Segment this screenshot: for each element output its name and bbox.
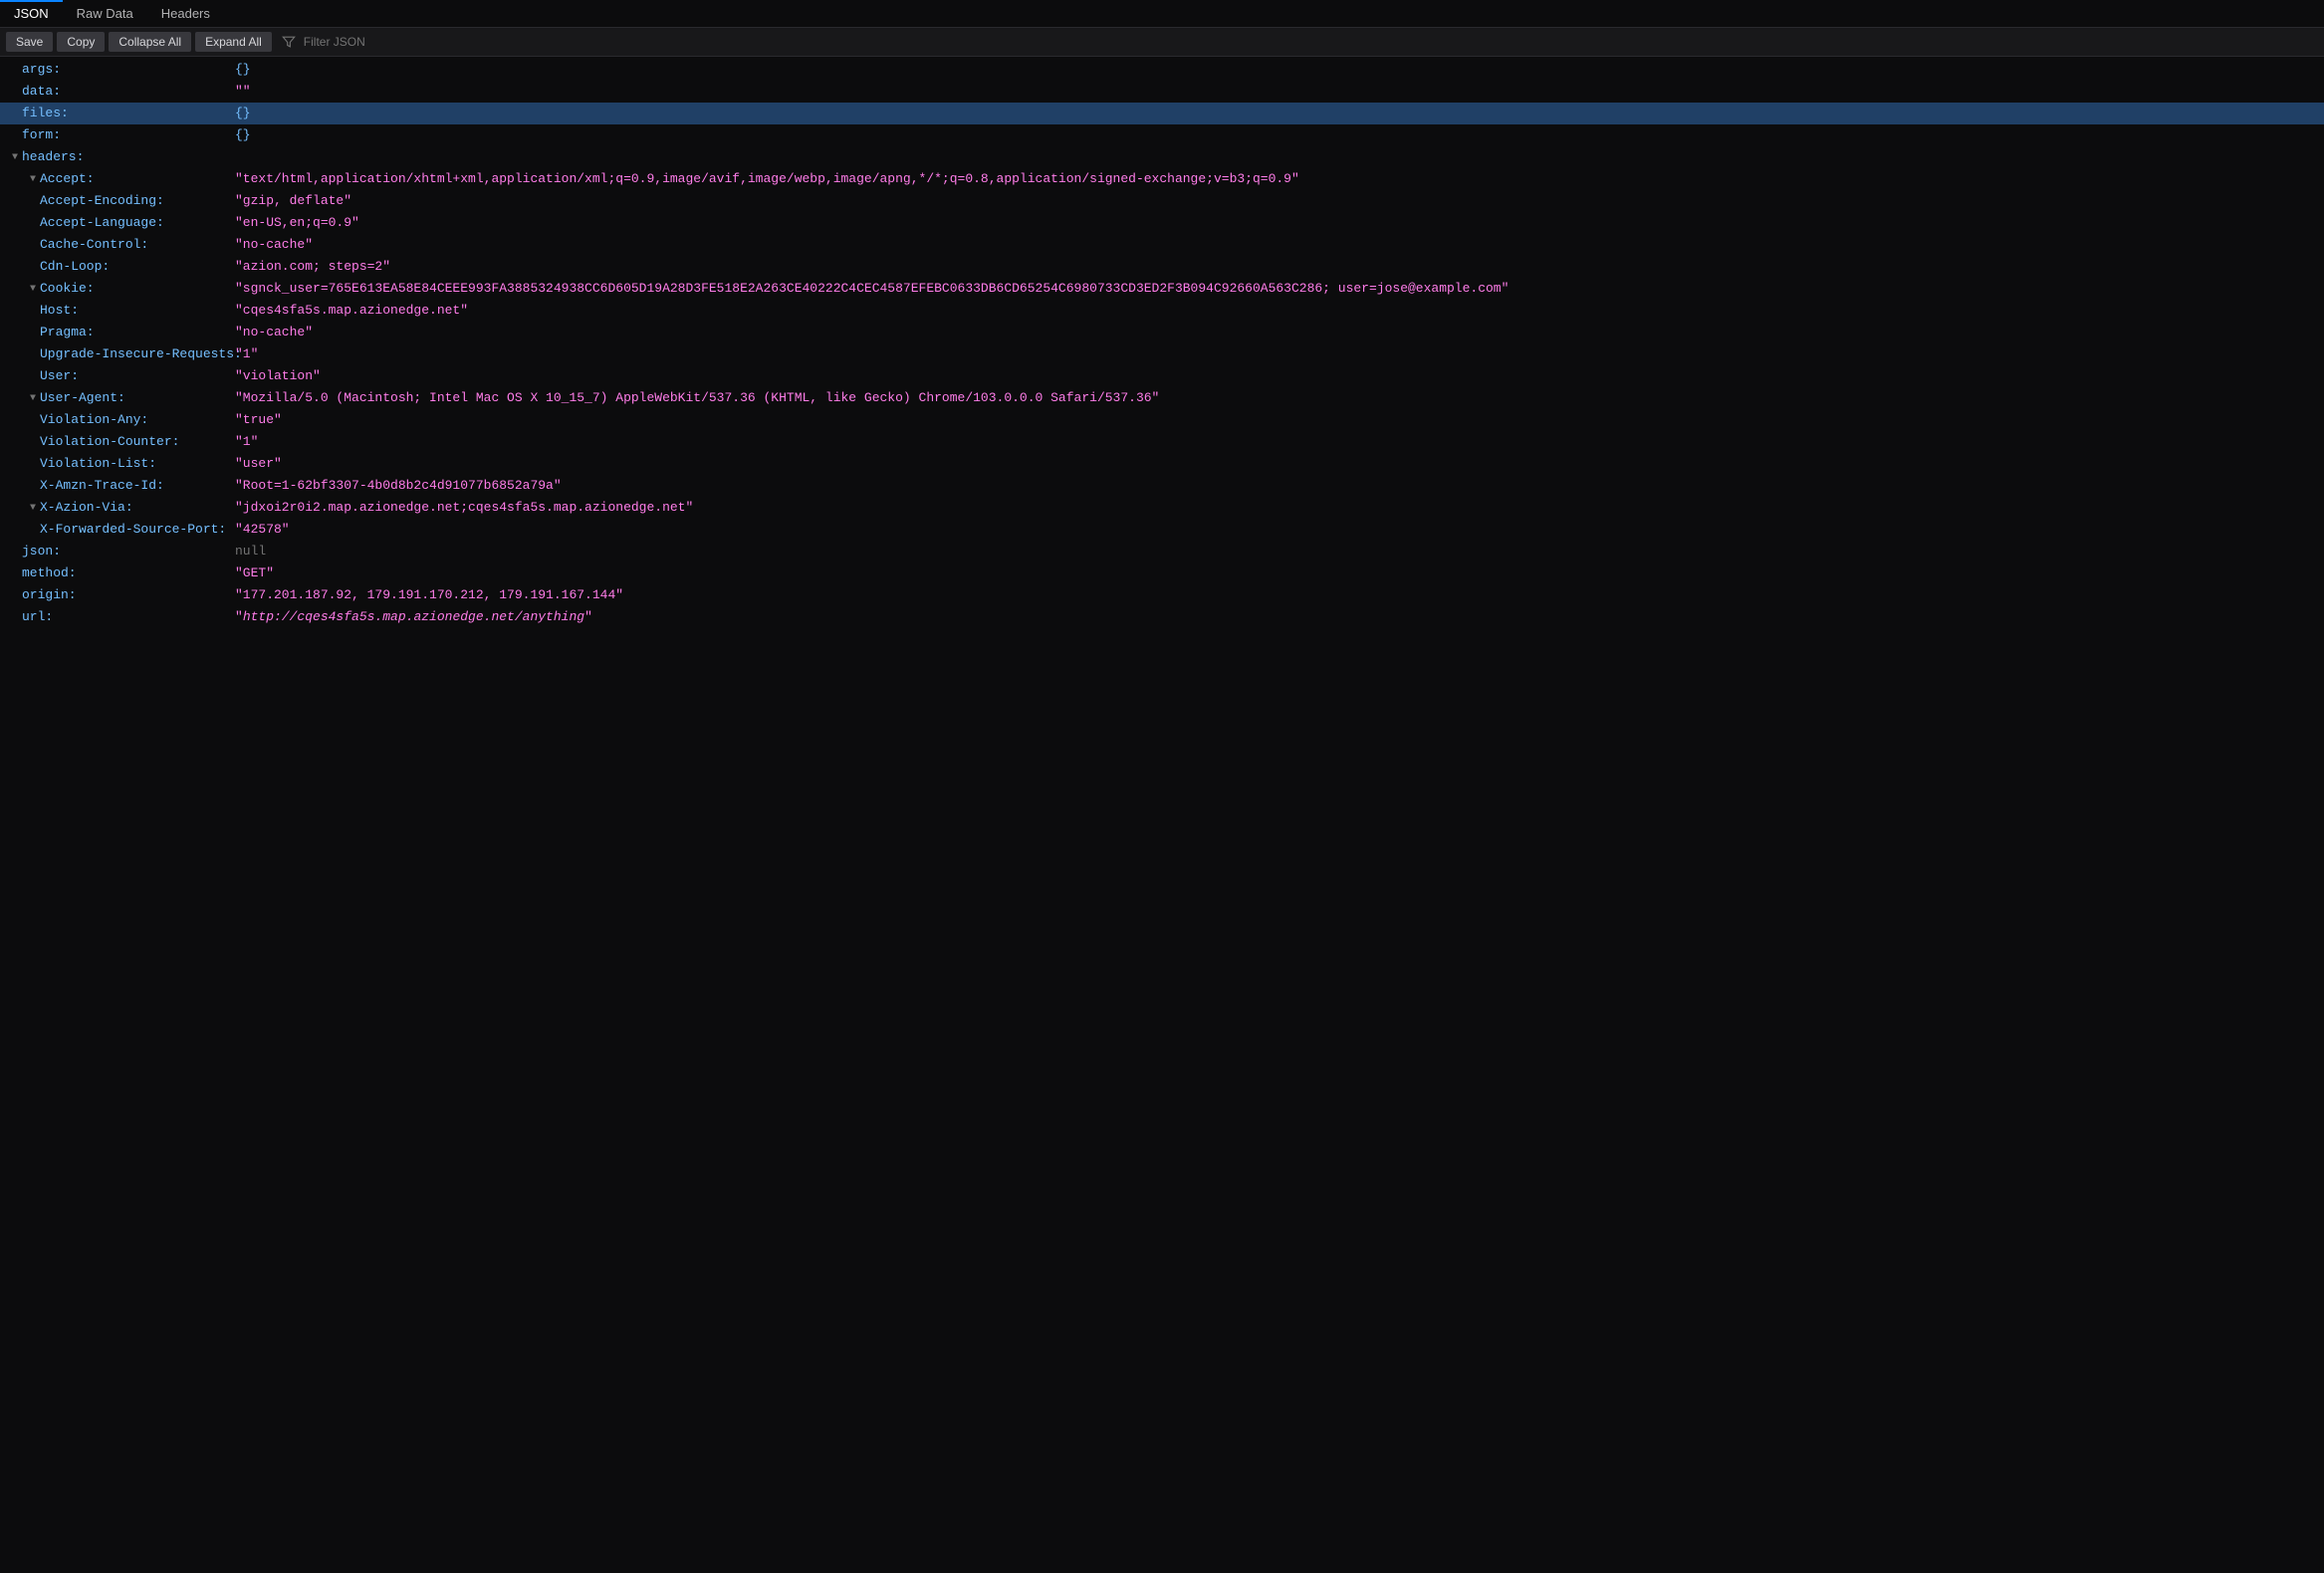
key-violation-list: Violation-List: (40, 454, 160, 474)
key-json: json: (22, 542, 65, 562)
row-origin[interactable]: ▼origin: "177.201.187.92, 179.191.170.21… (0, 584, 2324, 606)
key-x-amzn-trace-id: X-Amzn-Trace-Id: (40, 476, 168, 496)
val-x-forwarded-source-port: "42578" (235, 520, 2324, 540)
row-user[interactable]: ▼User: "violation" (0, 365, 2324, 387)
key-accept-language: Accept-Language: (40, 213, 168, 233)
row-args[interactable]: ▼args: {} (0, 59, 2324, 81)
val-user-agent: "Mozilla/5.0 (Macintosh; Intel Mac OS X … (235, 388, 2324, 408)
tab-raw-data[interactable]: Raw Data (63, 0, 147, 27)
val-host: "cqes4sfa5s.map.azionedge.net" (235, 301, 2324, 321)
val-args: {} (235, 60, 2324, 80)
key-files: files: (22, 104, 73, 123)
toggle-headers[interactable]: ▼ (8, 147, 22, 165)
expand-all-button[interactable]: Expand All (195, 32, 272, 52)
row-json[interactable]: ▼json: null (0, 541, 2324, 562)
toolbar: Save Copy Collapse All Expand All (0, 28, 2324, 57)
row-data[interactable]: ▼data: "" (0, 81, 2324, 103)
key-cookie: Cookie: (40, 279, 99, 299)
copy-button[interactable]: Copy (57, 32, 105, 52)
key-pragma: Pragma: (40, 323, 99, 342)
key-user-agent: User-Agent: (40, 388, 129, 408)
key-accept-encoding: Accept-Encoding: (40, 191, 168, 211)
row-pragma[interactable]: ▼Pragma: "no-cache" (0, 322, 2324, 343)
filter-wrap (282, 34, 2318, 50)
val-cdn-loop: "azion.com; steps=2" (235, 257, 2324, 277)
val-violation-counter: "1" (235, 432, 2324, 452)
filter-input[interactable] (302, 34, 2318, 50)
val-cache-control: "no-cache" (235, 235, 2324, 255)
val-upgrade-insecure-requests: "1" (235, 344, 2324, 364)
val-form: {} (235, 125, 2324, 145)
view-tabs: JSON Raw Data Headers (0, 0, 2324, 28)
val-data: "" (235, 82, 2324, 102)
row-cache-control[interactable]: ▼Cache-Control: "no-cache" (0, 234, 2324, 256)
key-cache-control: Cache-Control: (40, 235, 152, 255)
json-tree: ▼args: {} ▼data: "" ▼files: {} ▼form: {}… (0, 57, 2324, 648)
key-form: form: (22, 125, 65, 145)
collapse-all-button[interactable]: Collapse All (109, 32, 191, 52)
val-accept-language: "en-US,en;q=0.9" (235, 213, 2324, 233)
key-url: url: (22, 607, 57, 627)
key-violation-any: Violation-Any: (40, 410, 152, 430)
key-upgrade-insecure-requests: Upgrade-Insecure-Requests: (40, 344, 246, 364)
key-method: method: (22, 563, 81, 583)
key-user: User: (40, 366, 83, 386)
row-accept[interactable]: ▼Accept: "text/html,application/xhtml+xm… (0, 168, 2324, 190)
val-x-azion-via: "jdxoi2r0i2.map.azionedge.net;cqes4sfa5s… (235, 498, 2324, 518)
val-json: null (235, 542, 2324, 562)
row-accept-encoding[interactable]: ▼Accept-Encoding: "gzip, deflate" (0, 190, 2324, 212)
key-x-forwarded-source-port: X-Forwarded-Source-Port: (40, 520, 230, 540)
row-headers[interactable]: ▼headers: (0, 146, 2324, 168)
key-accept: Accept: (40, 169, 99, 189)
val-violation-any: "true" (235, 410, 2324, 430)
row-violation-counter[interactable]: ▼Violation-Counter: "1" (0, 431, 2324, 453)
row-cdn-loop[interactable]: ▼Cdn-Loop: "azion.com; steps=2" (0, 256, 2324, 278)
val-url: "http://cqes4sfa5s.map.azionedge.net/any… (235, 607, 2324, 627)
filter-icon (282, 35, 296, 49)
row-accept-language[interactable]: ▼Accept-Language: "en-US,en;q=0.9" (0, 212, 2324, 234)
val-cookie: "sgnck_user=765E613EA58E84CEEE993FA38853… (235, 279, 2324, 299)
row-host[interactable]: ▼Host: "cqes4sfa5s.map.azionedge.net" (0, 300, 2324, 322)
row-x-forwarded-source-port[interactable]: ▼X-Forwarded-Source-Port: "42578" (0, 519, 2324, 541)
val-origin: "177.201.187.92, 179.191.170.212, 179.19… (235, 585, 2324, 605)
val-accept-encoding: "gzip, deflate" (235, 191, 2324, 211)
key-data: data: (22, 82, 65, 102)
key-args: args: (22, 60, 65, 80)
row-violation-any[interactable]: ▼Violation-Any: "true" (0, 409, 2324, 431)
row-user-agent[interactable]: ▼User-Agent: "Mozilla/5.0 (Macintosh; In… (0, 387, 2324, 409)
key-host: Host: (40, 301, 83, 321)
val-pragma: "no-cache" (235, 323, 2324, 342)
row-files[interactable]: ▼files: {} (0, 103, 2324, 124)
key-violation-counter: Violation-Counter: (40, 432, 183, 452)
save-button[interactable]: Save (6, 32, 53, 52)
val-method: "GET" (235, 563, 2324, 583)
row-x-amzn-trace-id[interactable]: ▼X-Amzn-Trace-Id: "Root=1-62bf3307-4b0d8… (0, 475, 2324, 497)
key-headers: headers: (22, 147, 88, 167)
row-upgrade-insecure-requests[interactable]: ▼Upgrade-Insecure-Requests: "1" (0, 343, 2324, 365)
tab-headers[interactable]: Headers (147, 0, 224, 27)
val-files: {} (235, 104, 2324, 123)
val-user: "violation" (235, 366, 2324, 386)
val-accept: "text/html,application/xhtml+xml,applica… (235, 169, 2324, 189)
row-cookie[interactable]: ▼Cookie: "sgnck_user=765E613EA58E84CEEE9… (0, 278, 2324, 300)
val-violation-list: "user" (235, 454, 2324, 474)
toggle-cookie[interactable]: ▼ (26, 279, 40, 297)
row-form[interactable]: ▼form: {} (0, 124, 2324, 146)
row-x-azion-via[interactable]: ▼X-Azion-Via: "jdxoi2r0i2.map.azionedge.… (0, 497, 2324, 519)
tab-json[interactable]: JSON (0, 0, 63, 27)
key-cdn-loop: Cdn-Loop: (40, 257, 114, 277)
key-origin: origin: (22, 585, 81, 605)
toggle-user-agent[interactable]: ▼ (26, 388, 40, 406)
row-violation-list[interactable]: ▼Violation-List: "user" (0, 453, 2324, 475)
row-url[interactable]: ▼url: "http://cqes4sfa5s.map.azionedge.n… (0, 606, 2324, 628)
row-method[interactable]: ▼method: "GET" (0, 562, 2324, 584)
key-x-azion-via: X-Azion-Via: (40, 498, 137, 518)
toggle-x-azion-via[interactable]: ▼ (26, 498, 40, 516)
toggle-accept[interactable]: ▼ (26, 169, 40, 187)
val-x-amzn-trace-id: "Root=1-62bf3307-4b0d8b2c4d91077b6852a79… (235, 476, 2324, 496)
